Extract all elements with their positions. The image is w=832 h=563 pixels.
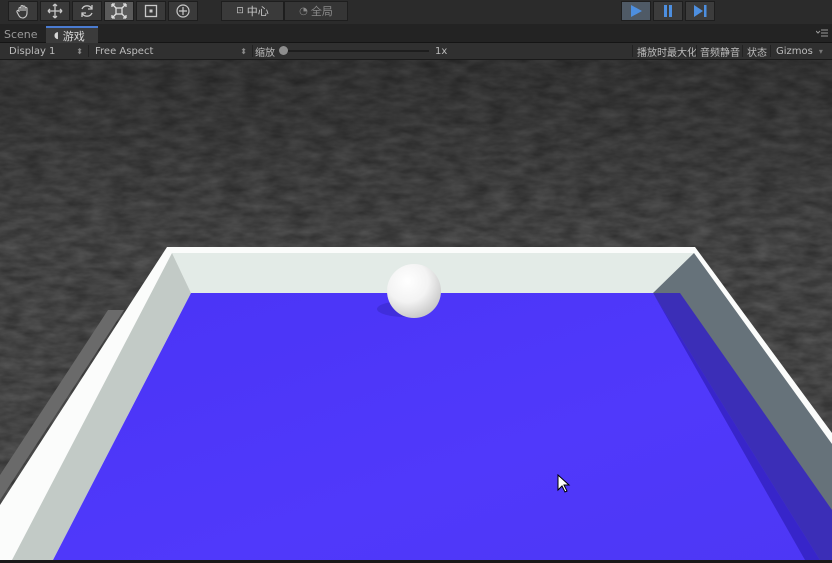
divider <box>632 45 633 57</box>
divider <box>696 45 697 57</box>
divider <box>770 45 771 57</box>
updown-icon: ⬍ <box>240 46 247 56</box>
tab-game[interactable]: ◖ 游戏 <box>46 26 98 43</box>
global-icon: ◔ <box>299 5 308 17</box>
main-toolbar: ⊡ 中心 ◔ 全局 <box>0 0 832 24</box>
scale-slider-track[interactable] <box>283 50 429 52</box>
aspect-dropdown[interactable]: Free Aspect ⬍ <box>95 43 247 59</box>
divider <box>742 45 743 57</box>
play-icon <box>631 5 642 17</box>
step-icon <box>694 5 707 17</box>
ball <box>387 264 441 318</box>
move-tool-button[interactable] <box>40 1 70 21</box>
tab-scene[interactable]: Scene <box>4 26 38 43</box>
scale-icon <box>111 3 127 19</box>
transform-icon <box>176 4 190 18</box>
pacman-icon: ◖ <box>54 30 59 41</box>
rect-icon <box>144 4 158 18</box>
transform-tool-button[interactable] <box>168 1 198 21</box>
divider <box>252 45 253 57</box>
scale-tool-button[interactable] <box>104 1 134 21</box>
hand-tool-button[interactable] <box>8 1 38 21</box>
mute-audio-toggle[interactable]: 音频静音 <box>700 43 740 59</box>
game-view-toolbar: Display 1 ⬍ Free Aspect ⬍ 缩放 1x 播放时最大化 音… <box>0 43 832 60</box>
display-dropdown[interactable]: Display 1 ⬍ <box>9 43 83 59</box>
dropdown-arrow-icon: ▾ <box>818 46 823 56</box>
game-viewport[interactable] <box>0 60 832 560</box>
divider <box>88 45 89 57</box>
rotate-tool-button[interactable] <box>72 1 102 21</box>
scale-slider-thumb[interactable] <box>279 46 288 55</box>
move-icon <box>47 3 63 19</box>
display-label: Display 1 <box>9 45 56 57</box>
mouse-cursor-icon <box>557 474 571 493</box>
tab-scene-label: Scene <box>4 28 38 41</box>
tab-menu-icon[interactable] <box>816 28 828 38</box>
pause-button[interactable] <box>653 1 683 21</box>
step-button[interactable] <box>685 1 715 21</box>
global-toggle[interactable]: ◔ 全局 <box>284 1 348 21</box>
maximize-on-play-toggle[interactable]: 播放时最大化 <box>637 43 697 59</box>
updown-icon: ⬍ <box>76 46 83 56</box>
tab-game-label: 游戏 <box>62 29 85 43</box>
aspect-label: Free Aspect <box>95 45 154 57</box>
global-label: 全局 <box>310 5 333 18</box>
hand-icon <box>16 4 28 19</box>
rect-tool-button[interactable] <box>136 1 166 21</box>
game-scene <box>0 60 832 560</box>
pivot-toggle[interactable]: ⊡ 中心 <box>221 1 284 21</box>
pause-icon <box>664 5 672 17</box>
stats-toggle[interactable]: 状态 <box>747 43 767 59</box>
scale-label: 缩放 <box>255 47 275 59</box>
scale-value: 1x <box>435 45 448 57</box>
pivot-label: 中心 <box>246 5 269 18</box>
editor-tab-bar: Scene ◖ 游戏 <box>0 24 832 43</box>
pivot-icon: ⊡ <box>236 6 244 16</box>
gizmos-label: Gizmos <box>776 45 813 57</box>
play-button[interactable] <box>621 1 651 21</box>
gizmos-dropdown[interactable]: Gizmos ▾ <box>776 43 823 59</box>
rotate-icon <box>81 5 93 17</box>
